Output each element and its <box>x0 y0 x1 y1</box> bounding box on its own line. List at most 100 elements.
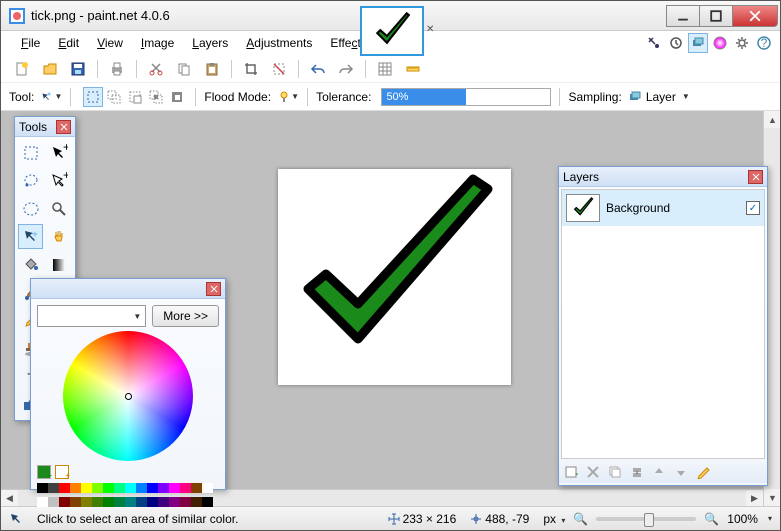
swatch[interactable] <box>180 497 191 507</box>
selection-intersect[interactable] <box>146 87 166 107</box>
swatch[interactable] <box>202 483 213 493</box>
swatch[interactable] <box>92 497 103 507</box>
canvas[interactable] <box>278 169 511 385</box>
menu-edit[interactable]: Edit <box>50 33 87 53</box>
swatch[interactable] <box>37 497 48 507</box>
image-tab-tick[interactable] <box>360 6 424 56</box>
swatch[interactable] <box>136 497 147 507</box>
swatch[interactable] <box>48 483 59 493</box>
sampling-dropdown[interactable]: Layer▼ <box>628 86 690 108</box>
flood-mode-dropdown[interactable]: ▼ <box>277 86 299 108</box>
palette-row-2[interactable] <box>37 497 219 507</box>
tools-panel-close[interactable] <box>56 120 71 134</box>
print-button[interactable] <box>106 58 128 80</box>
paste-button[interactable] <box>201 58 223 80</box>
layer-move-down[interactable] <box>673 464 689 480</box>
swatch[interactable] <box>48 497 59 507</box>
colors-window-toggle[interactable] <box>710 33 730 53</box>
menu-image[interactable]: Image <box>133 33 182 53</box>
layer-move-up[interactable] <box>651 464 667 480</box>
layers-panel-close[interactable] <box>748 170 763 184</box>
unit-dropdown[interactable]: px ▾ <box>543 512 565 526</box>
swatch[interactable] <box>169 483 180 493</box>
swatch[interactable] <box>59 483 70 493</box>
grid-button[interactable] <box>374 58 396 80</box>
tools-window-toggle[interactable] <box>644 33 664 53</box>
zoom-out-icon[interactable]: 🔍 <box>573 512 588 526</box>
swatch[interactable] <box>147 497 158 507</box>
swatch[interactable] <box>81 497 92 507</box>
add-primary-swatch[interactable]: + <box>37 465 51 479</box>
tool-ellipse-select[interactable] <box>18 196 43 221</box>
swatch[interactable] <box>191 497 202 507</box>
help-icon[interactable]: ? <box>754 33 774 53</box>
tool-move-pixels[interactable]: + <box>47 168 72 193</box>
selection-add[interactable] <box>104 87 124 107</box>
layer-merge[interactable] <box>629 464 645 480</box>
swatch[interactable] <box>158 483 169 493</box>
colors-panel-close[interactable] <box>206 282 221 296</box>
menu-adjustments[interactable]: Adjustments <box>238 33 320 53</box>
primary-secondary-dropdown[interactable]: ▼ <box>37 305 146 327</box>
swatch[interactable] <box>70 497 81 507</box>
tool-paint-bucket[interactable] <box>18 252 43 277</box>
active-tool-dropdown[interactable]: ▼ <box>40 86 62 108</box>
swatch[interactable] <box>147 483 158 493</box>
swatch[interactable] <box>125 483 136 493</box>
selection-subtract[interactable] <box>125 87 145 107</box>
zoom-in-icon[interactable]: 🔍 <box>704 512 719 526</box>
swatch[interactable] <box>191 483 202 493</box>
close-button[interactable] <box>732 5 778 27</box>
swatch[interactable] <box>114 497 125 507</box>
redo-button[interactable] <box>335 58 357 80</box>
layers-window-toggle[interactable] <box>688 33 708 53</box>
layer-delete[interactable] <box>585 464 601 480</box>
crop-button[interactable] <box>240 58 262 80</box>
minimize-button[interactable] <box>666 5 700 27</box>
maximize-button[interactable] <box>699 5 733 27</box>
palette-row-1[interactable] <box>37 483 219 493</box>
layer-visibility-checkbox[interactable]: ✓ <box>746 201 760 215</box>
tool-zoom[interactable] <box>47 196 72 221</box>
selection-replace[interactable] <box>83 87 103 107</box>
swatch[interactable] <box>114 483 125 493</box>
menu-layers[interactable]: Layers <box>184 33 236 53</box>
tool-move-selection[interactable]: + <box>47 140 72 165</box>
swatch[interactable] <box>81 483 92 493</box>
selection-invert[interactable] <box>167 87 187 107</box>
swatch[interactable] <box>59 497 70 507</box>
layer-row[interactable]: Background ✓ <box>562 190 764 226</box>
color-wheel[interactable] <box>63 331 193 461</box>
ruler-button[interactable] <box>402 58 424 80</box>
swatch[interactable] <box>136 483 147 493</box>
cut-button[interactable] <box>145 58 167 80</box>
swatch[interactable] <box>70 483 81 493</box>
open-button[interactable] <box>39 58 61 80</box>
layer-duplicate[interactable] <box>607 464 623 480</box>
tool-gradient[interactable] <box>47 252 72 277</box>
add-secondary-swatch[interactable]: + <box>55 465 69 479</box>
swatch[interactable] <box>180 483 191 493</box>
colors-panel[interactable]: ▼ More >> + + <box>30 278 226 490</box>
tool-rect-select[interactable] <box>18 140 43 165</box>
tool-lasso[interactable] <box>18 168 43 193</box>
image-tab-close-icon[interactable]: ✕ <box>426 24 440 38</box>
tolerance-slider[interactable]: 50% <box>381 88 551 106</box>
menu-file[interactable]: File <box>13 33 48 53</box>
layers-panel[interactable]: Layers Background ✓ + <box>558 166 768 486</box>
zoom-value[interactable]: 100% <box>727 512 758 526</box>
swatch[interactable] <box>103 497 114 507</box>
swatch[interactable] <box>125 497 136 507</box>
layer-add[interactable]: + <box>563 464 579 480</box>
more-button[interactable]: More >> <box>152 305 219 327</box>
tool-pan[interactable] <box>47 224 72 249</box>
settings-icon[interactable] <box>732 33 752 53</box>
save-button[interactable] <box>67 58 89 80</box>
swatch[interactable] <box>202 497 213 507</box>
swatch[interactable] <box>37 483 48 493</box>
undo-button[interactable] <box>307 58 329 80</box>
deselect-button[interactable] <box>268 58 290 80</box>
swatch[interactable] <box>169 497 180 507</box>
swatch[interactable] <box>103 483 114 493</box>
menu-view[interactable]: View <box>89 33 131 53</box>
